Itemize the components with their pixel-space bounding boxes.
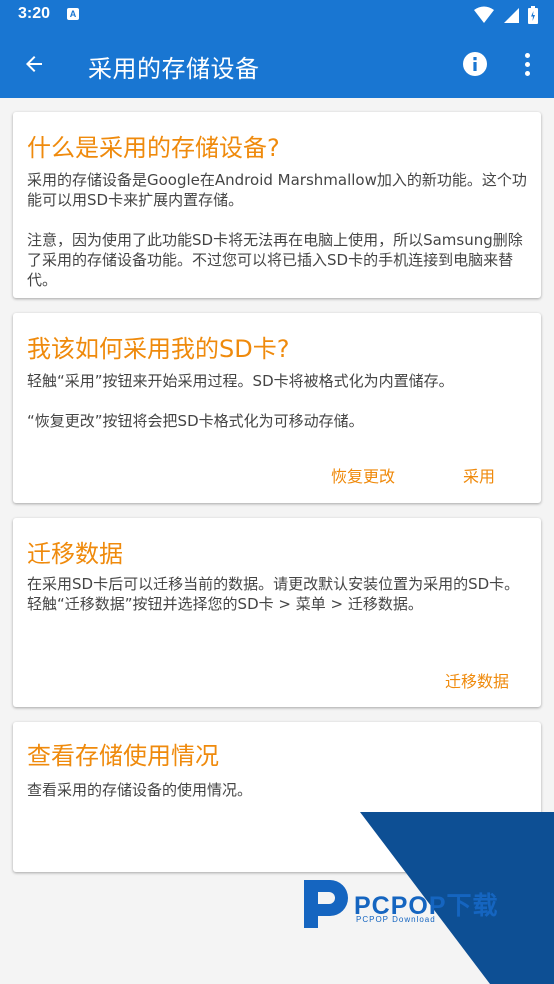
more-options-button[interactable] — [516, 50, 538, 78]
card-body: 采用的存储设备是Google在Android Marshmallow加入的新功能… — [27, 170, 527, 290]
info-icon[interactable] — [462, 51, 488, 77]
card-paragraph: 查看采用的存储设备的使用情况。 — [27, 781, 253, 799]
status-time: 3:20 — [18, 5, 51, 22]
signal-icon — [503, 8, 519, 23]
card-migrate-data: 迁移数据 在采用SD卡后可以迁移当前的数据。请更改默认安装位置为采用的SD卡。轻… — [13, 518, 541, 707]
watermark-subtext: PCPOP Download — [356, 915, 436, 924]
notification-icon: A — [67, 8, 79, 20]
back-button[interactable] — [18, 48, 50, 80]
page-title: 采用的存储设备 — [88, 55, 260, 83]
card-body: 在采用SD卡后可以迁移当前的数据。请更改默认安装位置为采用的SD卡。轻触“迁移数… — [27, 574, 527, 614]
battery-icon — [528, 6, 538, 24]
card-title: 什么是采用的存储设备? — [27, 134, 280, 162]
card-paragraph: 轻触“采用”按钮来开始采用过程。SD卡将被格式化为内置储存。 — [27, 372, 454, 390]
card-title: 迁移数据 — [27, 540, 123, 568]
card-paragraph: 在采用SD卡后可以迁移当前的数据。请更改默认安装位置为采用的SD卡。轻触“迁移数… — [27, 575, 520, 613]
watermark-logo-icon — [304, 880, 348, 928]
card-what-is-adoptable: 什么是采用的存储设备? 采用的存储设备是Google在Android Marsh… — [13, 112, 541, 298]
card-paragraph: “恢复更改”按钮将会把SD卡格式化为可移动存储。 — [27, 412, 364, 430]
status-bar: 3:20 A — [0, 0, 554, 30]
card-paragraph: 采用的存储设备是Google在Android Marshmallow加入的新功能… — [27, 171, 527, 209]
migrate-data-button[interactable]: 迁移数据 — [445, 668, 509, 692]
card-title: 我该如何采用我的SD卡? — [27, 335, 290, 363]
adopt-button[interactable]: 采用 — [463, 463, 495, 487]
status-icons — [470, 6, 538, 24]
restore-changes-button[interactable]: 恢复更改 — [331, 463, 395, 487]
arrow-back-icon — [26, 56, 42, 72]
card-how-to-adopt: 我该如何采用我的SD卡? 轻触“采用”按钮来开始采用过程。SD卡将被格式化为内置… — [13, 313, 541, 503]
card-paragraph: 注意，因为使用了此功能SD卡将无法再在电脑上使用，所以Samsung删除了采用的… — [27, 231, 523, 289]
wifi-icon — [473, 6, 494, 23]
card-body: 轻触“采用”按钮来开始采用过程。SD卡将被格式化为内置储存。 “恢复更改”按钮将… — [27, 371, 527, 431]
card-body: 查看采用的存储设备的使用情况。 — [27, 780, 527, 800]
card-title: 查看存储使用情况 — [27, 742, 219, 770]
app-bar: 采用的存储设备 — [0, 30, 554, 98]
